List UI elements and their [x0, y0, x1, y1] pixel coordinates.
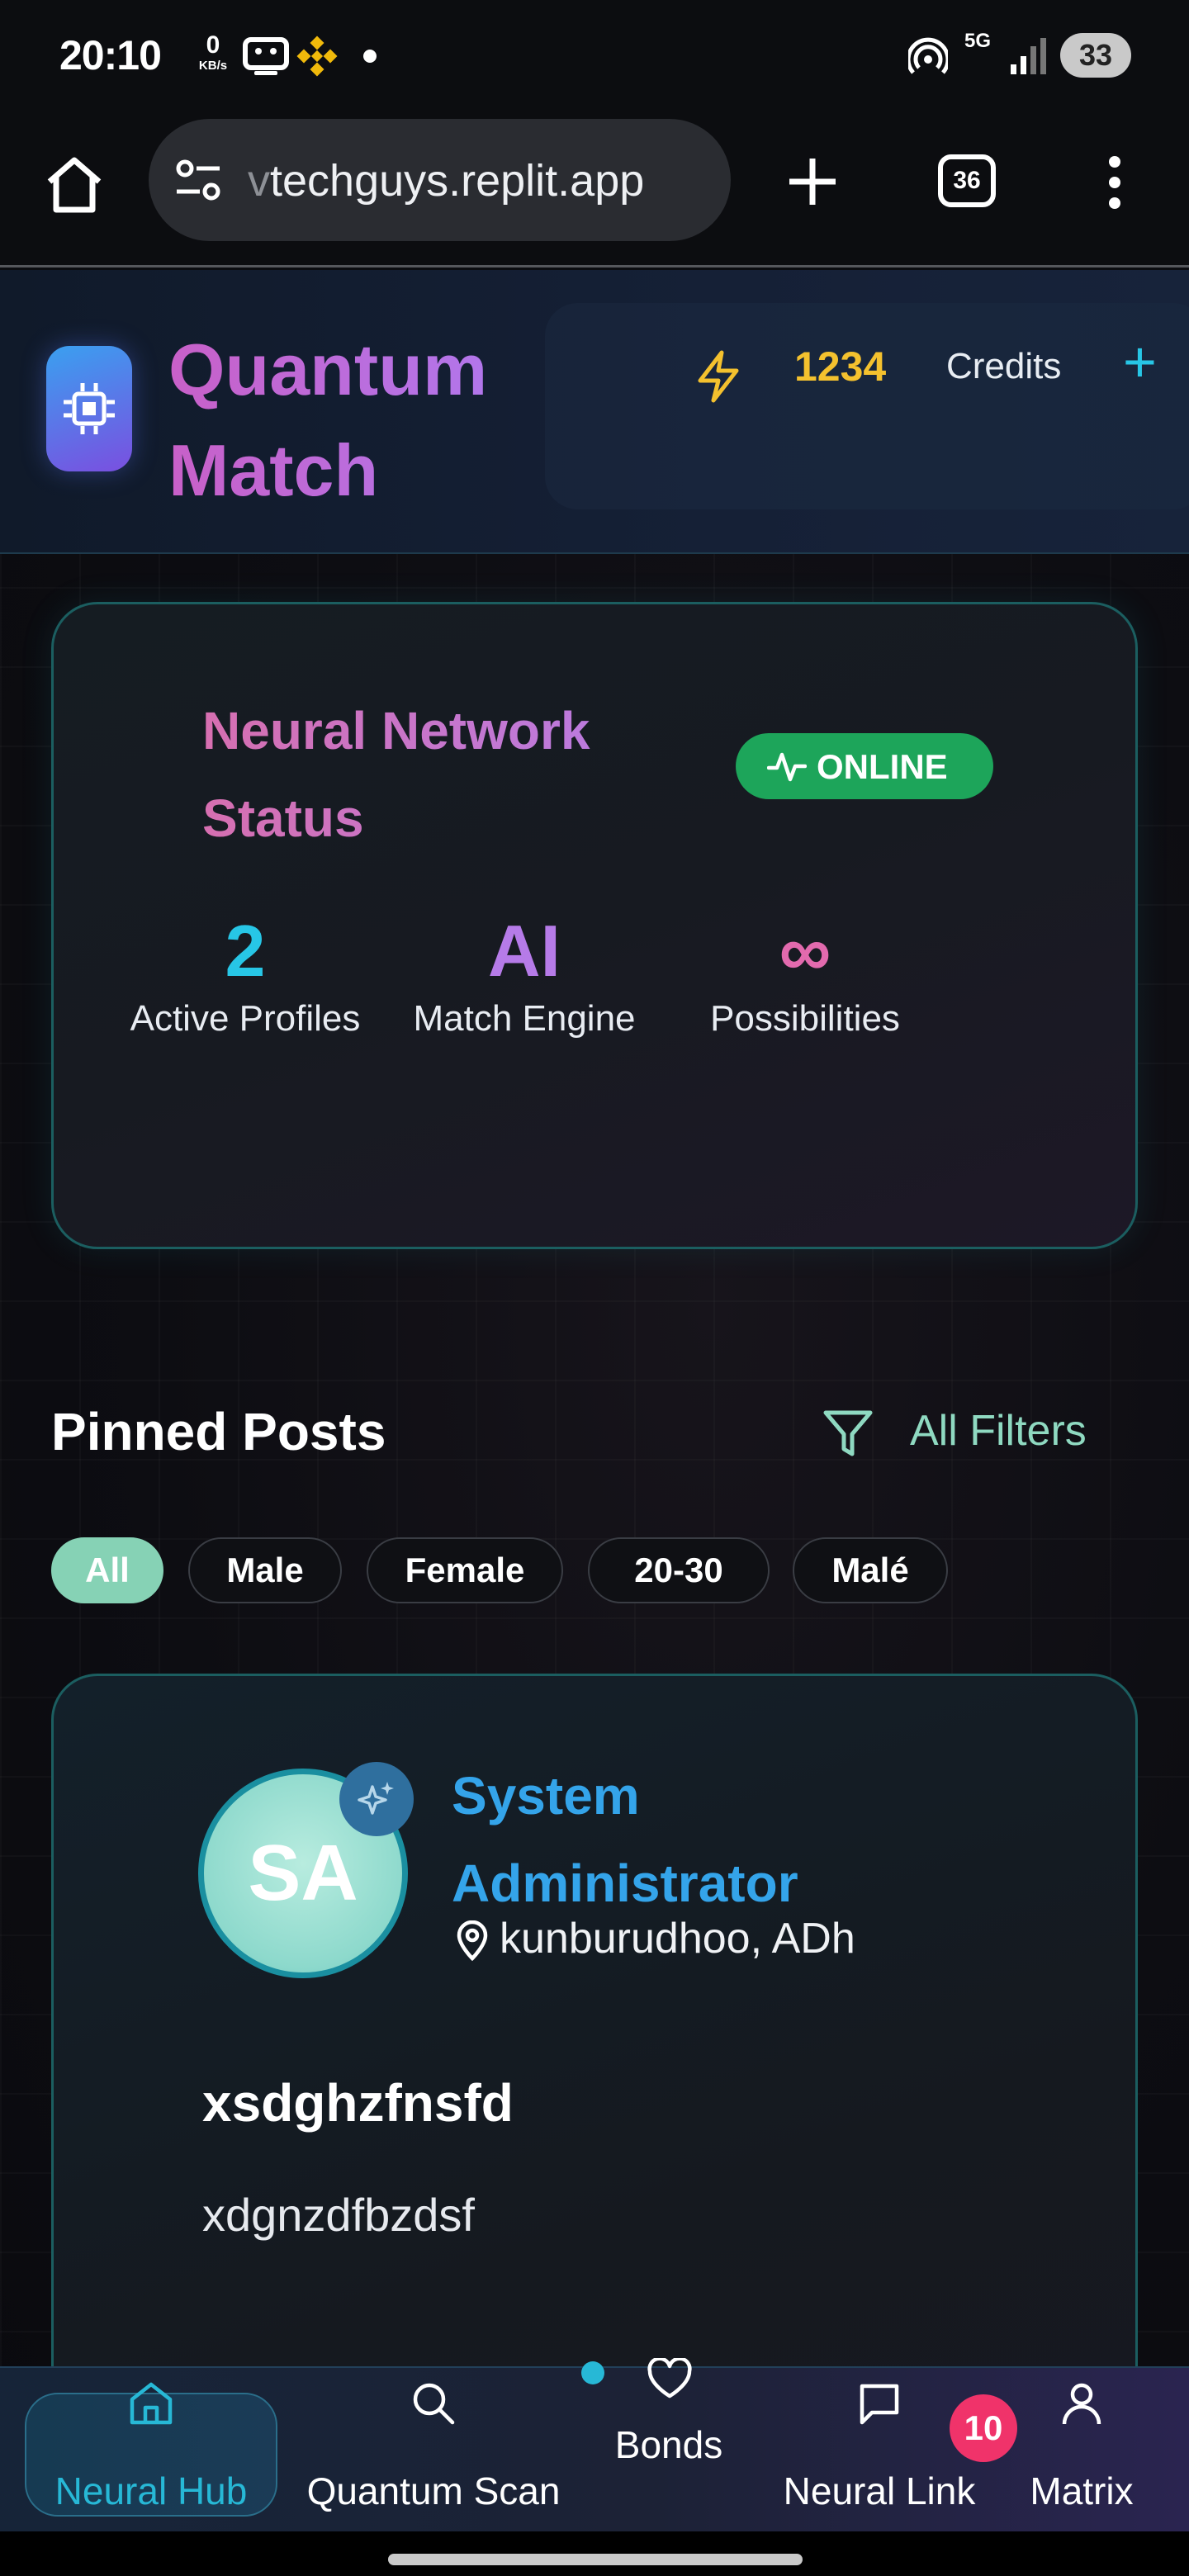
tabs-icon[interactable]: 36 — [938, 154, 996, 207]
stat-label: Possibilities — [710, 998, 900, 1039]
new-tab-icon[interactable] — [786, 155, 839, 208]
stat-active-profiles: 2 Active Profiles — [121, 912, 369, 1044]
binance-icon — [296, 36, 338, 77]
stat-possibilities: ∞ Possibilities — [681, 912, 929, 1044]
post-body: xdgnzdfbzdsf — [202, 2189, 475, 2241]
stat-value: AI — [488, 910, 561, 992]
chip-age-20-30[interactable]: 20-30 — [588, 1537, 770, 1603]
nav-label: Neural Link — [783, 2469, 976, 2512]
network-speed-value: 0 — [206, 31, 220, 59]
nav-indicator-dot — [581, 2361, 604, 2384]
heart-icon — [647, 2358, 692, 2398]
app-viewport: Quantum Match 1234 Credits + Neural Netw… — [0, 270, 1189, 2576]
network-speed-unit: KB/s — [198, 59, 228, 73]
author-location: kunburudhoo, ADh — [500, 1915, 855, 1963]
nav-quantum-scan[interactable]: Quantum Scan — [297, 2368, 570, 2533]
stat-value: ∞ — [779, 910, 831, 992]
robot-icon — [243, 37, 289, 75]
dot-icon — [363, 50, 377, 63]
stat-label: Active Profiles — [130, 998, 361, 1039]
nav-label: Neural Hub — [54, 2469, 248, 2512]
nav-label: Quantum Scan — [306, 2469, 561, 2512]
all-filters-link[interactable]: All Filters — [910, 1406, 1087, 1456]
chip-male[interactable]: Male — [188, 1537, 342, 1603]
credits-panel — [545, 303, 1189, 509]
post-title: xsdghzfnsfd — [202, 2073, 514, 2133]
chip-all[interactable]: All — [51, 1537, 163, 1603]
gesture-area — [0, 2531, 1189, 2576]
search-icon — [413, 2383, 455, 2425]
add-credits-button[interactable]: + — [1123, 333, 1157, 391]
filter-icon[interactable] — [822, 1409, 874, 1459]
clock: 20:10 — [59, 32, 162, 78]
nav-neural-hub[interactable]: Neural Hub — [25, 2368, 277, 2533]
online-status-badge: ONLINE — [736, 733, 993, 799]
url-text: vtechguys.replit.app — [248, 155, 718, 206]
bottom-navigation: Neural Hub Quantum Scan Bonds Neural Lin… — [0, 2358, 1189, 2533]
home-icon — [130, 2382, 173, 2425]
chip-female[interactable]: Female — [367, 1537, 563, 1603]
chat-icon — [860, 2384, 899, 2425]
network-5g-icon: 5G — [964, 30, 992, 52]
chip-male-city[interactable]: Malé — [793, 1537, 948, 1603]
stat-value: 2 — [225, 910, 266, 992]
nav-matrix[interactable]: Matrix — [1016, 2368, 1148, 2533]
menu-icon[interactable] — [1106, 155, 1123, 210]
signal-icon — [1011, 38, 1046, 74]
app-logo[interactable] — [46, 346, 132, 471]
battery-indicator: 33 — [1060, 33, 1131, 78]
nav-bonds[interactable]: Bonds — [594, 2358, 743, 2533]
author-name[interactable]: System Administrator — [452, 1752, 898, 1927]
credits-value: 1234 — [794, 343, 887, 390]
sparkle-icon — [358, 1782, 394, 1815]
home-icon[interactable] — [43, 154, 106, 216]
pinned-posts-title: Pinned Posts — [51, 1402, 386, 1461]
status-card-title: Neural Network Status — [202, 687, 665, 862]
system-status-bar: 20:10 0 KB/s 5G 33 — [0, 0, 1189, 112]
lightning-icon — [698, 350, 739, 403]
stat-match-engine: AI Match Engine — [400, 912, 648, 1044]
user-icon — [1062, 2383, 1101, 2425]
hotspot-icon — [908, 37, 948, 74]
site-settings-icon[interactable] — [173, 159, 223, 201]
online-status-text: ONLINE — [817, 747, 948, 786]
network-speed: 0 KB/s — [192, 31, 234, 73]
url-domain: techguys.replit.app — [270, 156, 645, 206]
activity-icon — [767, 752, 807, 782]
gesture-handle[interactable] — [388, 2554, 803, 2565]
app-header: Quantum Match 1234 Credits + — [0, 270, 1189, 554]
nav-label: Matrix — [1030, 2469, 1134, 2512]
brand-title: Quantum Match — [168, 320, 515, 521]
verified-badge — [339, 1762, 414, 1836]
credits-label: Credits — [946, 346, 1062, 386]
location-pin-icon — [457, 1920, 488, 1962]
browser-toolbar: vtechguys.replit.app 36 — [0, 112, 1189, 268]
nav-label: Bonds — [614, 2423, 723, 2466]
neural-link-unread-badge: 10 — [950, 2394, 1017, 2462]
chip-icon — [64, 383, 115, 434]
network-status-card: Neural Network Status ONLINE 2 Active Pr… — [51, 602, 1138, 1249]
stat-label: Match Engine — [413, 998, 636, 1039]
url-prefix: v — [248, 156, 270, 206]
address-bar[interactable]: vtechguys.replit.app — [149, 119, 731, 241]
